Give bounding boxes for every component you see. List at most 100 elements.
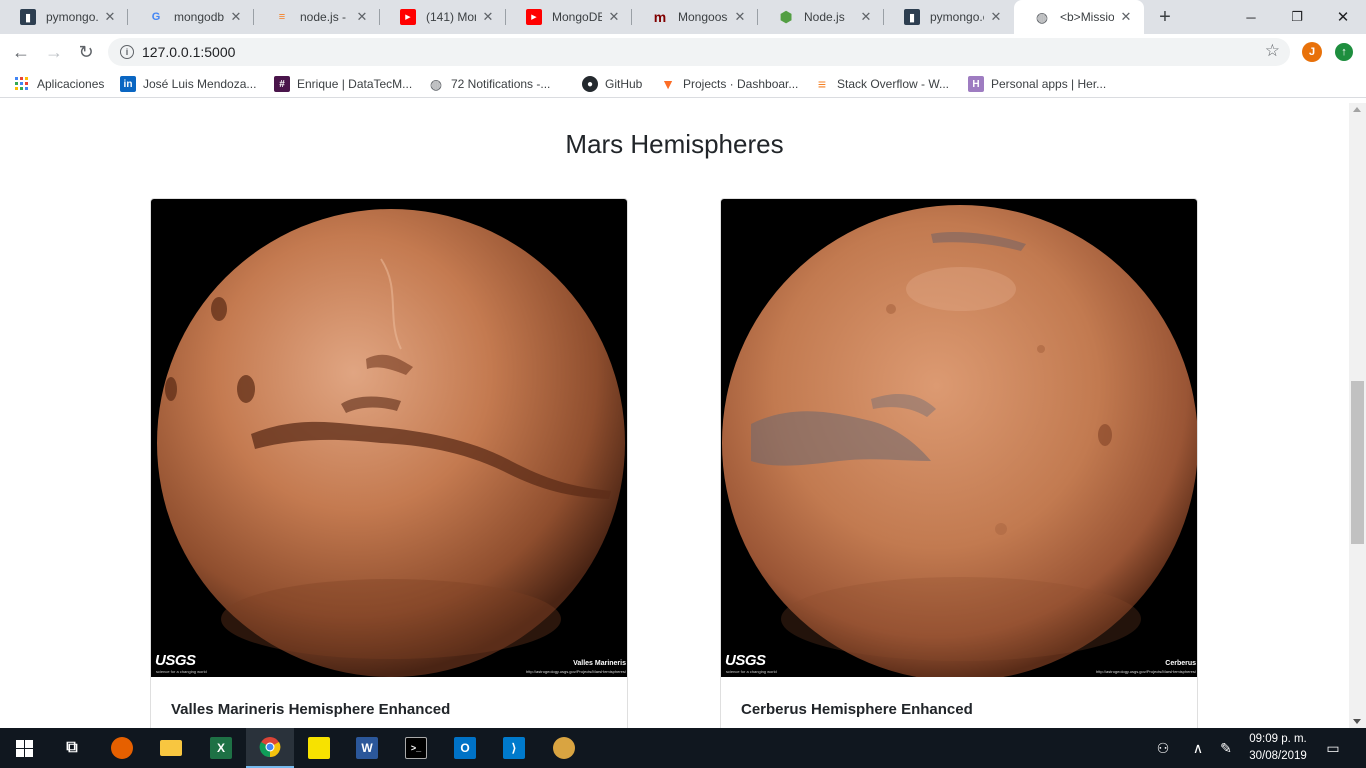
bookmark-slack[interactable]: # Enrique | DataTecM... (274, 76, 412, 92)
excel-app[interactable]: X (197, 728, 245, 768)
close-tab-icon[interactable]: ✕ (102, 9, 118, 25)
globe-icon: ◍ (1035, 8, 1049, 25)
close-tab-icon[interactable]: ✕ (1118, 9, 1134, 25)
close-tab-icon[interactable]: ✕ (354, 9, 370, 25)
github-icon: ● (582, 76, 598, 92)
page-scrollbar[interactable] (1349, 103, 1366, 728)
chevron-up-icon[interactable]: ∧ (1188, 728, 1208, 768)
page-viewport: Mars Hemispheres USGS science for a chan… (0, 103, 1349, 728)
bookmark-heroku[interactable]: H Personal apps | Her... (968, 76, 1106, 92)
close-tab-icon[interactable]: ✕ (228, 9, 244, 25)
terminal-icon: >_ (405, 737, 427, 759)
paint-icon (553, 737, 575, 759)
terminal-app[interactable]: >_ (392, 728, 440, 768)
clock-time: 09:09 p. m. (1249, 733, 1307, 745)
mars-planet-image (722, 205, 1197, 677)
people-icon[interactable]: ⚇ (1152, 728, 1174, 768)
hemisphere-image[interactable]: USGS science for a changing world Valles… (151, 199, 627, 677)
browser-tab[interactable]: G mongodb/ ✕ (128, 0, 254, 34)
bookmark-label: José Luis Mendoza... (143, 77, 257, 91)
browser-tab[interactable]: ⬢ Node.js ✕ (758, 0, 884, 34)
task-view-button[interactable]: ⧉ (48, 728, 96, 768)
browser-tab[interactable]: ▶ (141) Mong ✕ (380, 0, 506, 34)
start-button[interactable] (0, 728, 48, 768)
linkedin-icon: in (120, 76, 136, 92)
word-app[interactable]: W (343, 728, 391, 768)
back-button[interactable]: ← (9, 40, 33, 64)
notification-icon[interactable]: ▭ (1322, 728, 1344, 768)
browser-tab-active[interactable]: ◍ <b>Mission ✕ (1014, 0, 1144, 34)
close-tab-icon[interactable]: ✕ (732, 9, 748, 25)
windows-start-icon (15, 739, 33, 757)
outlook-icon: O (454, 737, 476, 759)
site-info-icon[interactable]: i (120, 45, 134, 59)
hemisphere-image[interactable]: USGS science for a changing world Cerber… (721, 199, 1197, 677)
tab-title: pymongo.e (930, 10, 984, 24)
firefox-app[interactable] (98, 728, 146, 768)
scrollbar-thumb[interactable] (1351, 381, 1364, 544)
word-icon: W (356, 737, 378, 759)
usgs-logo: USGS (155, 652, 196, 669)
slack-icon: # (274, 76, 290, 92)
vscode-app[interactable]: ⟩ (490, 728, 538, 768)
sticky-notes-app[interactable] (295, 728, 343, 768)
bookmark-label: Stack Overflow - W... (837, 77, 950, 91)
close-tab-icon[interactable]: ✕ (606, 9, 622, 25)
browser-tab[interactable]: ≡ node.js - hc ✕ (254, 0, 380, 34)
browser-tab[interactable]: ▮ pymongo.e ✕ (884, 0, 1014, 34)
url-text[interactable]: 127.0.0.1:5000 (142, 44, 235, 60)
scroll-down-icon[interactable] (1353, 719, 1361, 724)
windows-taskbar: ⧉ X W >_ O ⟩ ⚇ ∧ ✎ 09:09 p. m. 30/08/201… (0, 728, 1366, 768)
file-explorer-app[interactable] (147, 728, 195, 768)
bookmark-apps[interactable]: Aplicaciones (14, 76, 104, 92)
usgs-tagline: science for a changing world (726, 669, 777, 674)
youtube-icon: ▶ (400, 9, 416, 25)
forward-button[interactable]: → (42, 40, 66, 64)
browser-tab[interactable]: ▶ MongoDB T ✕ (506, 0, 632, 34)
bookmark-linkedin[interactable]: in José Luis Mendoza... (120, 76, 256, 92)
bookmark-notifications[interactable]: ◍ 72 Notifications -... (428, 76, 550, 92)
bookmark-label: Projects · Dashboar... (683, 77, 799, 91)
tab-strip: ▮ pymongo.e ✕ G mongodb/ ✕ ≡ node.js - h… (0, 0, 1366, 34)
update-arrow-icon[interactable]: ↑ (1335, 43, 1353, 61)
terminal-icon: ▮ (904, 9, 920, 25)
system-clock[interactable]: 09:09 p. m. 30/08/2019 (1240, 731, 1316, 765)
hemisphere-card: USGS science for a changing world Valles… (150, 198, 628, 728)
browser-tab[interactable]: m Mongoose ✕ (632, 0, 758, 34)
browser-tab[interactable]: ▮ pymongo.e ✕ (0, 0, 128, 34)
address-bar[interactable]: i 127.0.0.1:5000 ☆ (108, 38, 1290, 66)
hemisphere-title: Valles Marineris Hemisphere Enhanced (171, 701, 451, 718)
bookmark-stackoverflow[interactable]: ≡ Stack Overflow - W... (814, 76, 949, 92)
usgs-logo: USGS (725, 652, 766, 669)
mongoose-icon: m (653, 9, 667, 25)
image-url-text: http://astrogeology.usgs.gov/Projects/Ma… (1096, 669, 1196, 674)
bookmarks-bar: Aplicaciones in José Luis Mendoza... # E… (0, 70, 1366, 98)
close-tab-icon[interactable]: ✕ (480, 9, 496, 25)
close-tab-icon[interactable]: ✕ (858, 9, 874, 25)
arrow-left-icon: ← (12, 41, 30, 62)
chrome-app[interactable] (246, 728, 294, 768)
new-tab-button[interactable]: + (1153, 5, 1177, 29)
profile-avatar[interactable]: J (1302, 42, 1322, 62)
reload-button[interactable]: ↻ (74, 40, 98, 64)
bookmark-label: Aplicaciones (37, 77, 105, 91)
chrome-icon (259, 737, 281, 758)
bookmark-label: 72 Notifications -... (451, 77, 551, 91)
scroll-up-icon[interactable] (1353, 107, 1361, 112)
bookmark-github[interactable]: ● GitHub (582, 76, 642, 92)
clock-date: 30/08/2019 (1249, 750, 1307, 762)
outlook-app[interactable]: O (441, 728, 489, 768)
paint-app[interactable] (540, 728, 588, 768)
close-tab-icon[interactable]: ✕ (988, 9, 1004, 25)
close-window-button[interactable]: ✕ (1320, 0, 1366, 34)
minimize-icon: ─ (1246, 9, 1256, 25)
tab-title: pymongo.e (46, 10, 98, 24)
pen-icon[interactable]: ✎ (1216, 728, 1236, 768)
minimize-button[interactable]: ─ (1228, 0, 1274, 34)
restore-button[interactable]: ❐ (1274, 0, 1320, 34)
bookmark-gitlab[interactable]: ▼ Projects · Dashboar... (660, 76, 798, 92)
image-label: Cerberus (1165, 660, 1196, 667)
apps-grid-icon (14, 76, 30, 92)
bookmark-star-icon[interactable]: ☆ (1265, 41, 1280, 61)
file-explorer-icon (160, 740, 182, 756)
